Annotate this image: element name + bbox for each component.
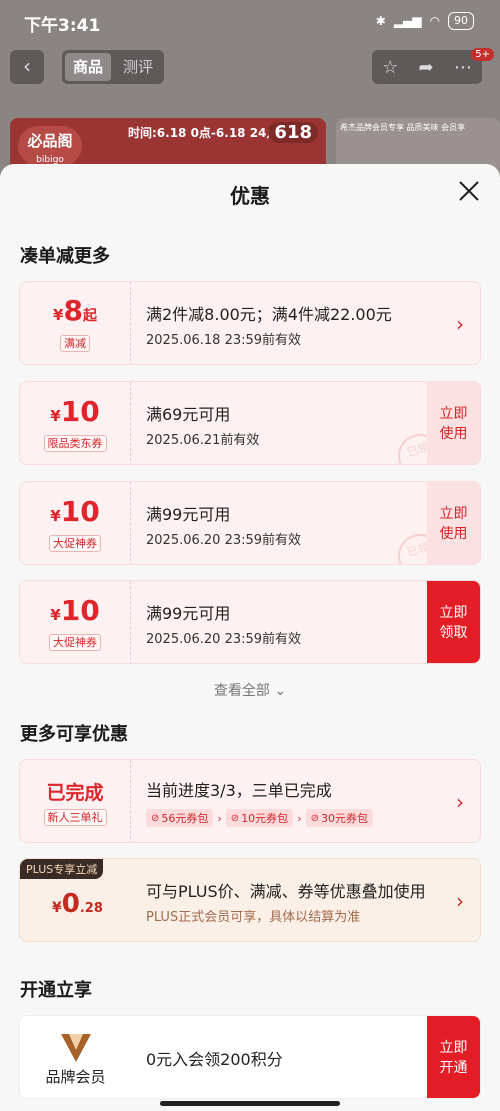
coupon-amount: ¥10: [50, 494, 100, 528]
battery-icon: 90: [448, 12, 474, 30]
newcomer-gift-card[interactable]: 已完成 新人三单礼 当前进度3/3，三单已完成 ⊘ 56元券包 › ⊘ 10元券包 …: [19, 759, 481, 843]
coupon-amount-block: ¥10 大促神券: [20, 482, 131, 564]
coupon-condition: 满99元可用: [146, 504, 231, 524]
use-now-button[interactable]: 立即 使用: [427, 482, 480, 564]
member-info: 0元入会领200积分: [146, 1016, 426, 1098]
coupon-expiry: 2025.06.18 23:59前有效: [146, 332, 302, 348]
top-actions: ☆ ➦ ⋯: [372, 50, 482, 84]
coupon-expiry: 2025.06.20 23:59前有效: [146, 631, 302, 647]
coupon-info: 满69元可用 2025.06.21前有效: [146, 382, 426, 464]
tab-review[interactable]: 测评: [115, 53, 161, 81]
chevron-down-icon: ⌄: [274, 683, 287, 699]
signal-icon: ▂▄▆: [393, 14, 422, 28]
share-icon[interactable]: ➦: [419, 57, 434, 78]
newcomer-status-block: 已完成 新人三单礼: [20, 760, 131, 842]
wifi-icon: ◠: [429, 14, 440, 28]
open-membership-button[interactable]: 立即 开通: [427, 1016, 480, 1098]
coupon-amount-block: ¥10 限品类东券: [20, 382, 131, 464]
top-nav: ‹ 商品 测评 ☆ ➦ ⋯ 5+: [0, 48, 500, 84]
banner-618: 618: [268, 122, 318, 143]
star-icon[interactable]: ☆: [382, 57, 398, 78]
coupon-tag: 限品类东券: [43, 434, 107, 452]
member-name: 品牌会员: [45, 1067, 106, 1086]
sheet-title: 优惠: [230, 184, 270, 208]
coupon-expiry: 2025.06.20 23:59前有效: [146, 532, 302, 548]
coupon-pack-progress: ⊘ 56元券包 › ⊘ 10元券包 › ⊘ 30元券包: [146, 809, 446, 827]
plus-info: 可与PLUS价、满减、券等优惠叠加使用 PLUS正式会员可享，具体以结算为准: [146, 859, 446, 941]
coupon-condition: 满2件减8.00元；满4件减22.00元: [146, 304, 392, 324]
arrow-icon: ›: [297, 811, 302, 825]
coupon-amount-block: ¥8起 满减: [20, 282, 131, 364]
progress-text: 当前进度3/3，三单已完成: [146, 781, 332, 800]
more-icon[interactable]: ⋯: [454, 57, 472, 78]
top-tabs: 商品 测评: [62, 50, 165, 84]
tab-product[interactable]: 商品: [65, 53, 112, 81]
status-bar: 下午3:41 ✱ ▂▄▆ ◠ 90: [0, 0, 500, 44]
bluetooth-icon: ✱: [375, 14, 386, 28]
section-title-bundle: 凑单减更多: [20, 246, 110, 267]
completed-status: 已完成: [46, 782, 104, 804]
coupon-pack-chip: ⊘ 30元券包: [305, 809, 373, 827]
coupon-amount: ¥10: [50, 593, 100, 627]
coupon-card-discount[interactable]: ¥8起 满减 满2件减8.00元；满4件减22.00元 2025.06.18 2…: [19, 281, 481, 365]
coupon-pack-chip: ⊘ 10元券包: [225, 809, 294, 827]
coupon-tag: 满减: [60, 335, 90, 352]
plus-discount-card[interactable]: PLUS专享立减 ¥0.28 可与PLUS价、满减、券等优惠叠加使用 PLUS正…: [19, 858, 481, 942]
coupon-tag: 大促神券: [49, 633, 101, 651]
discount-sheet: 优惠 凑单减更多 ¥8起 满减 满2件减8.00元；满4件减22.00元 202…: [0, 164, 500, 1111]
claim-now-button[interactable]: 立即 领取: [427, 581, 480, 663]
brand-logo: 必品阁 bibigo: [18, 126, 82, 166]
plus-main-text: 可与PLUS价、满减、券等优惠叠加使用: [146, 881, 426, 901]
brand-member-card: 品牌会员 0元入会领200积分 立即 开通: [19, 1015, 481, 1099]
coupon-amount: ¥8起: [53, 294, 97, 327]
coupon-pack-chip: ⊘ 56元券包: [146, 809, 214, 827]
coupon-card: ¥10 限品类东券 满69元可用 2025.06.21前有效 已领 立即 使用: [19, 381, 481, 465]
member-logo-block: 品牌会员: [20, 1016, 131, 1098]
home-indicator: [160, 1101, 340, 1106]
coupon-amount-block: ¥10 大促神券: [20, 581, 131, 663]
plus-amount: ¥0.28: [52, 889, 103, 919]
use-now-button[interactable]: 立即 使用: [427, 382, 480, 464]
chevron-right-icon: ›: [456, 889, 464, 913]
status-time: 下午3:41: [24, 16, 101, 36]
back-button[interactable]: ‹: [10, 50, 44, 84]
see-all-link[interactable]: 查看全部 ⌄: [0, 680, 500, 700]
coupon-card: ¥10 大促神券 满99元可用 2025.06.20 23:59前有效 立即 领取: [19, 580, 481, 664]
plus-sub-text: PLUS正式会员可享，具体以结算为准: [146, 909, 361, 925]
chevron-right-icon: ›: [456, 790, 464, 814]
plus-label: PLUS专享立减: [20, 859, 104, 879]
close-icon[interactable]: [456, 178, 482, 204]
member-offer: 0元入会领200积分: [146, 1050, 283, 1069]
banner-time: 时间:6.18 0点-6.18 24点: [128, 126, 279, 140]
chevron-right-icon: ›: [456, 312, 464, 336]
coupon-info: 满99元可用 2025.06.20 23:59前有效: [146, 482, 426, 564]
message-badge: 5+: [471, 48, 494, 61]
coupon-condition: 满99元可用: [146, 603, 231, 623]
section-title-more: 更多可享优惠: [20, 724, 128, 745]
status-icons: ✱ ▂▄▆ ◠ 90: [376, 12, 474, 30]
coupon-condition: 满69元可用: [146, 404, 231, 424]
arrow-icon: ›: [217, 811, 222, 825]
section-title-open: 开通立享: [20, 980, 92, 1001]
coupon-amount: ¥10: [50, 394, 100, 428]
coupon-tag: 大促神券: [49, 534, 101, 552]
coupon-info: 满2件减8.00元；满4件减22.00元 2025.06.18 23:59前有效: [146, 282, 426, 364]
coupon-expiry: 2025.06.21前有效: [146, 432, 260, 448]
newcomer-tag: 新人三单礼: [43, 809, 107, 826]
coupon-info: 满99元可用 2025.06.20 23:59前有效: [146, 581, 426, 663]
newcomer-info: 当前进度3/3，三单已完成 ⊘ 56元券包 › ⊘ 10元券包 › ⊘ 30元券包: [146, 760, 446, 842]
coupon-card: ¥10 大促神券 满99元可用 2025.06.20 23:59前有效 已领 立…: [19, 481, 481, 565]
brand-v-logo-icon: [60, 1033, 91, 1062]
